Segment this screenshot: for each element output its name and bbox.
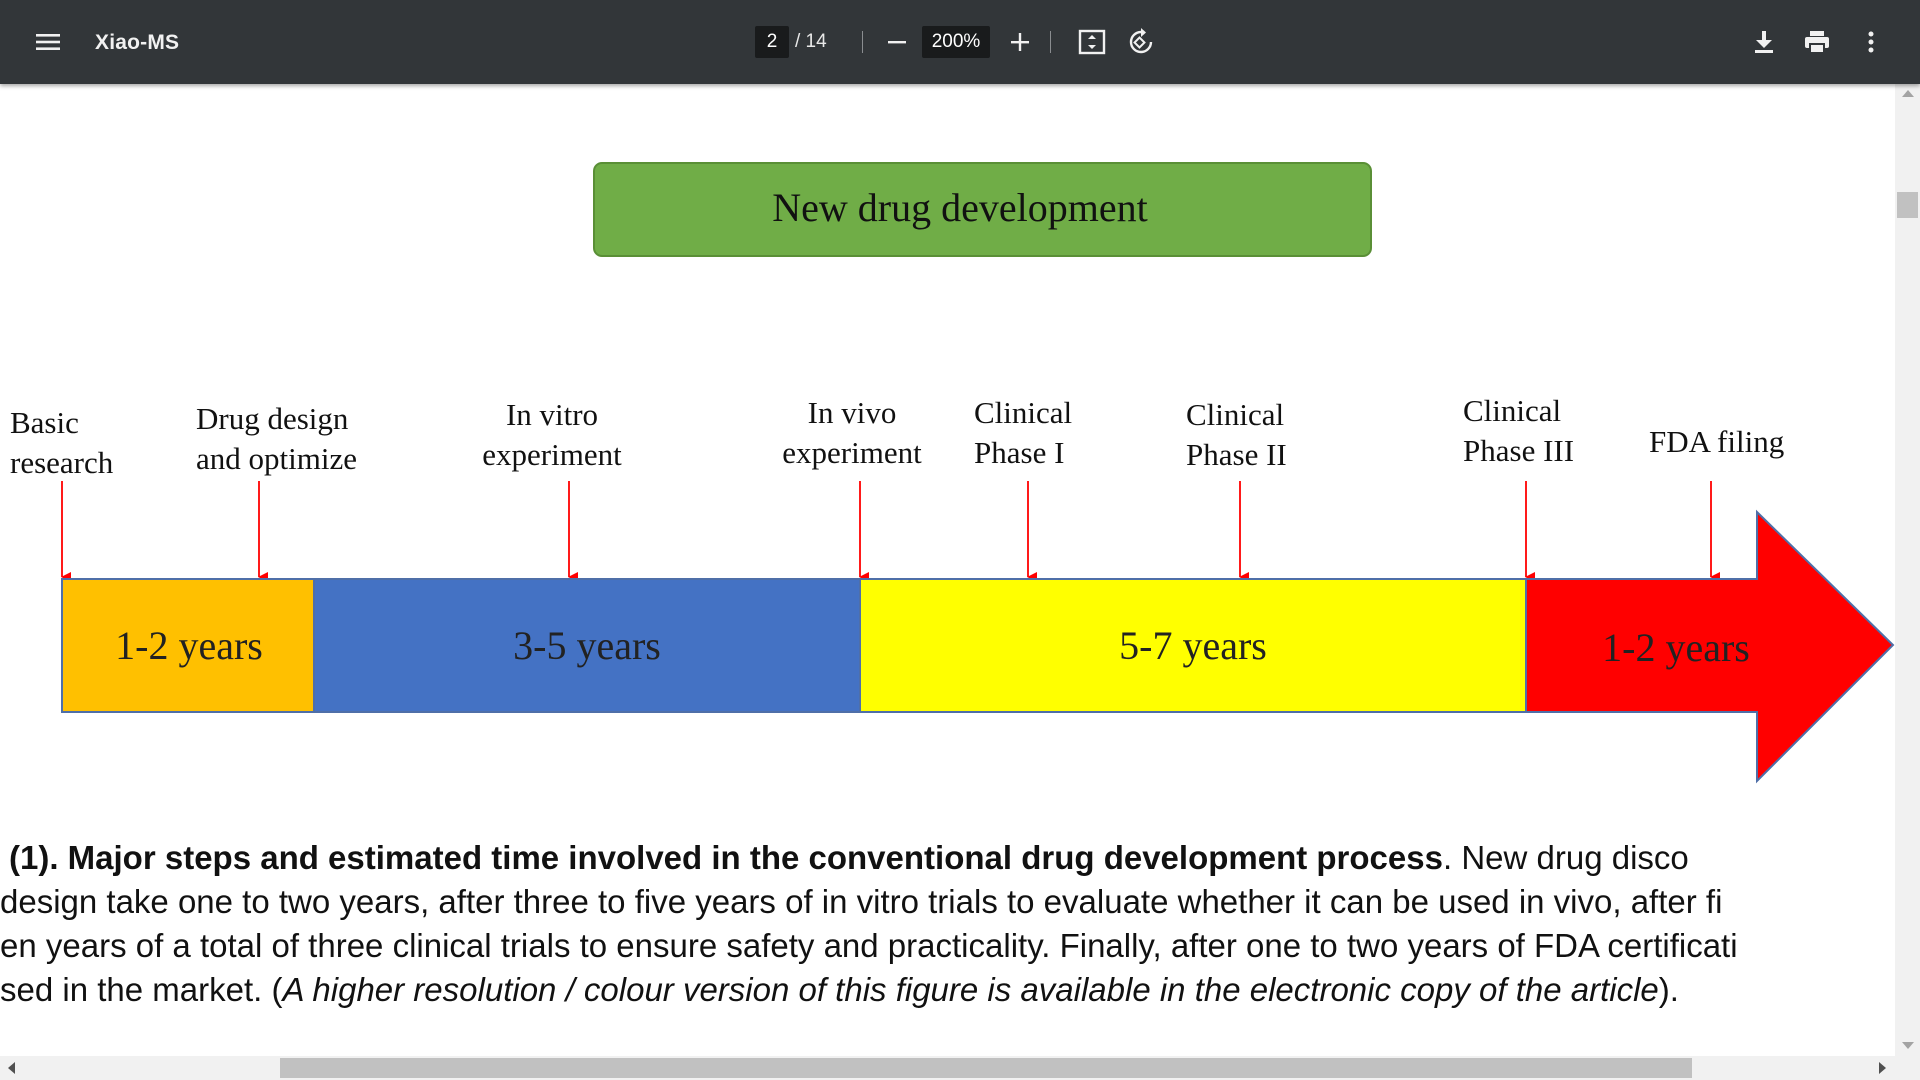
print-button[interactable]: [1797, 22, 1837, 62]
figure-caption: (1). Major steps and estimated time invo…: [0, 836, 1895, 1012]
document-title: Xiao-MS: [95, 31, 180, 54]
print-icon: [1805, 31, 1829, 54]
step-label-clinical-phase-1: Clinical Phase I: [974, 395, 1072, 470]
segment-label-3: 5-7 years: [1119, 623, 1267, 668]
caption-line-4: sed in the market. (A higher resolution …: [0, 968, 1895, 1012]
fit-page-icon: [1078, 29, 1106, 55]
download-icon: [1755, 31, 1773, 53]
step-label-basic-research: Basic research: [10, 405, 114, 480]
more-vert-icon: [1868, 31, 1874, 53]
caption-bold: (1). Major steps and estimated time invo…: [9, 839, 1443, 876]
step-label-in-vitro: In vitro experiment: [482, 397, 622, 472]
menu-icon[interactable]: [28, 22, 68, 62]
scroll-up-arrow-icon[interactable]: [1902, 90, 1914, 97]
vertical-scrollbar-thumb[interactable]: [1897, 192, 1918, 218]
horizontal-scrollbar-thumb[interactable]: [280, 1058, 1692, 1078]
vertical-scrollbar[interactable]: [1895, 84, 1920, 1056]
caption-line-2: design take one to two years, after thre…: [0, 883, 1723, 920]
zoom-out-button[interactable]: [877, 22, 917, 62]
scroll-right-arrow-icon[interactable]: [1879, 1062, 1886, 1074]
caption-line-1: (1). Major steps and estimated time invo…: [9, 836, 1895, 880]
toolbar-divider: [862, 31, 863, 53]
page-total: / 14: [795, 31, 827, 52]
segment-label-2: 3-5 years: [513, 623, 661, 668]
caption-italic: A higher resolution / colour version of …: [282, 971, 1659, 1008]
minus-icon: [888, 41, 906, 44]
caption-text: sed in the market. (: [0, 971, 283, 1008]
rotate-button[interactable]: [1121, 22, 1161, 62]
plus-icon: [1011, 33, 1029, 51]
zoom-in-button[interactable]: [1000, 22, 1040, 62]
caption-text: ).: [1658, 971, 1679, 1008]
scroll-down-arrow-icon[interactable]: [1902, 1042, 1914, 1049]
fit-to-page-button[interactable]: [1072, 22, 1112, 62]
toolbar-divider: [1050, 31, 1051, 53]
step-label-clinical-phase-2: Clinical Phase II: [1186, 397, 1287, 472]
segment-label-4: 1-2 years: [1602, 625, 1750, 670]
figure-title: New drug development: [772, 185, 1147, 230]
scroll-left-arrow-icon[interactable]: [8, 1062, 15, 1074]
download-button[interactable]: [1744, 22, 1784, 62]
segment-label-1: 1-2 years: [115, 623, 263, 668]
step-label-clinical-phase-3: Clinical Phase III: [1463, 393, 1574, 468]
caption-text: . New drug disco: [1442, 839, 1689, 876]
step-label-fda-filing: FDA filing: [1649, 424, 1784, 459]
drug-development-figure: New drug development Basic research Drug …: [10, 162, 1895, 784]
document-viewport[interactable]: New drug development Basic research Drug …: [0, 84, 1895, 1056]
step-label-drug-design: Drug design and optimize: [196, 401, 357, 476]
caption-line-3: en years of a total of three clinical tr…: [0, 927, 1738, 964]
step-label-in-vivo: In vivo experiment: [782, 395, 922, 470]
rotate-icon: [1129, 28, 1153, 54]
pdf-toolbar: Xiao-MS 2 / 14 200%: [0, 0, 1920, 84]
page-number-input[interactable]: 2: [755, 26, 789, 58]
zoom-level-input[interactable]: 200%: [922, 26, 990, 58]
more-actions-button[interactable]: [1851, 22, 1891, 62]
